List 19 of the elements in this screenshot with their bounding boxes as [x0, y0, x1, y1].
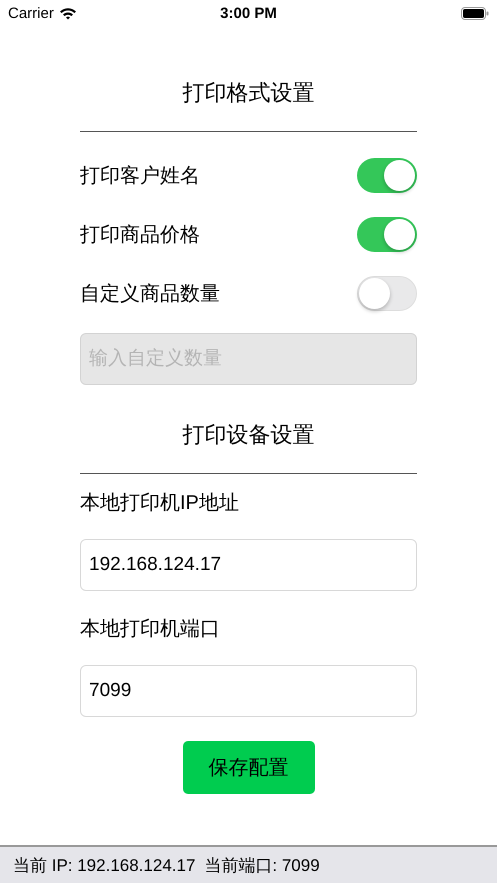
input-field[interactable]: 7099 — [80, 665, 417, 717]
status-time: 3:00 PM — [220, 4, 277, 22]
toggle-switch[interactable] — [357, 158, 417, 193]
setting-label: 打印商品价格 — [80, 223, 200, 248]
save-button[interactable]: 保存配置 — [182, 741, 314, 794]
input-field[interactable]: 192.168.124.17 — [80, 539, 417, 591]
section-title: 打印设备设置 — [182, 421, 314, 449]
status-text: 当前 IP: 192.168.124.17 — [13, 854, 196, 876]
status-text: 当前端口: 7099 — [204, 854, 320, 876]
field-label: 本地打印机IP地址 — [80, 490, 239, 516]
toggle-switch[interactable] — [357, 276, 417, 311]
setting-label: 自定义商品数量 — [80, 282, 220, 307]
field-label: 本地打印机端口 — [80, 616, 220, 642]
setting-label: 打印客户姓名 — [80, 164, 200, 189]
wifi-icon — [58, 6, 77, 20]
section-title: 打印格式设置 — [182, 79, 314, 107]
battery-icon — [461, 6, 489, 20]
carrier-label: Carrier — [8, 4, 54, 22]
toggle-switch[interactable] — [357, 217, 417, 252]
